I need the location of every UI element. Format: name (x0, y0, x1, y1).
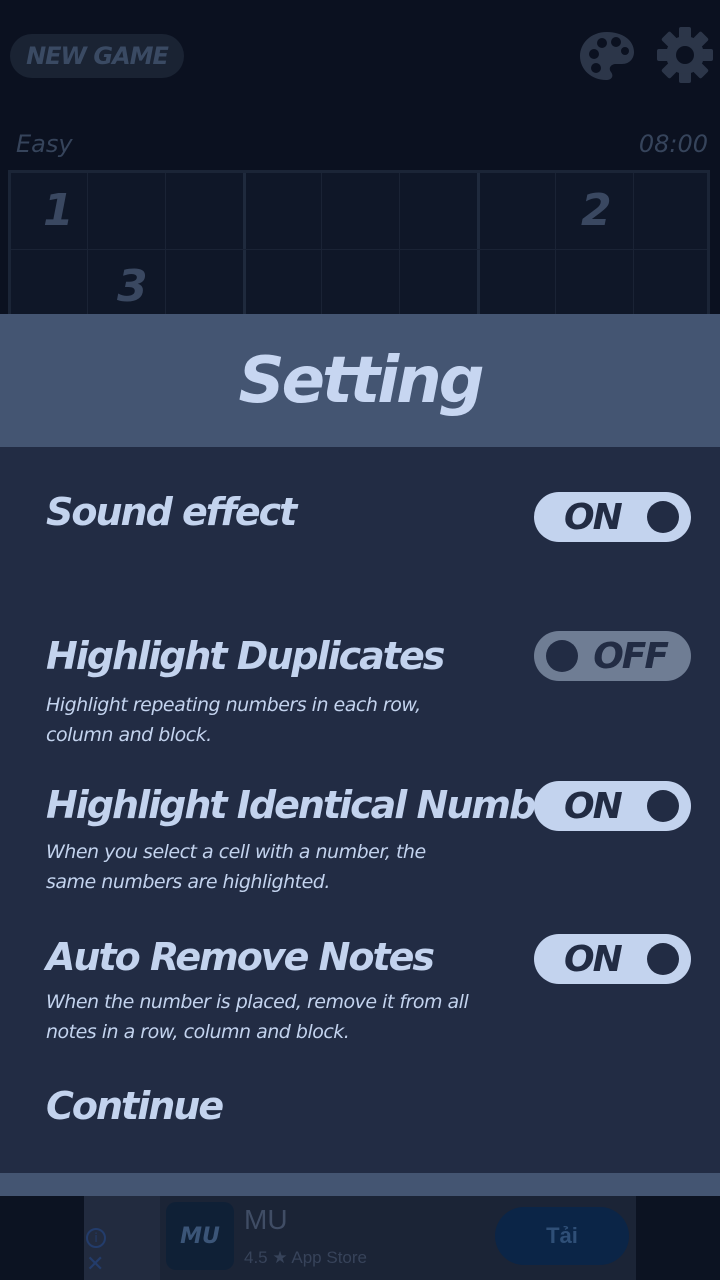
cell-value[interactable]: 2 (581, 185, 612, 236)
toggle-state-label: ON (564, 785, 623, 827)
sudoku-board: 1 2 3 (8, 170, 710, 330)
cell-value[interactable]: 1 (43, 185, 74, 236)
new-game-button[interactable]: NEW GAME (10, 34, 184, 78)
sound-effect-toggle[interactable]: ON (534, 492, 691, 542)
palette-icon[interactable] (578, 30, 636, 82)
settings-footer (0, 1173, 720, 1196)
ad-banner[interactable]: i ✕ MU MU 4.5 ★ App Store Tải (84, 1196, 636, 1280)
toggle-knob (647, 790, 679, 822)
info-icon[interactable]: i (86, 1228, 106, 1248)
auto-remove-notes-toggle[interactable]: ON (534, 934, 691, 984)
ad-app-icon: MU (166, 1202, 234, 1270)
toggle-knob (647, 501, 679, 533)
auto-remove-notes-title: Auto Remove Notes (46, 935, 435, 979)
toggle-knob (647, 943, 679, 975)
highlight-identical-toggle[interactable]: ON (534, 781, 691, 831)
highlight-duplicates-title: Highlight Duplicates (46, 634, 445, 678)
cell-value[interactable]: 3 (117, 261, 148, 312)
toggle-state-label: OFF (593, 635, 669, 677)
auto-remove-notes-description: When the number is placed, remove it fro… (46, 991, 469, 1043)
settings-header: Setting (0, 314, 720, 447)
toggle-state-label: ON (564, 496, 623, 538)
ad-app-name: MU (244, 1204, 288, 1235)
highlight-identical-title: Highlight Identical Numbers (46, 783, 597, 827)
ad-install-button[interactable]: Tải (495, 1207, 629, 1265)
sound-effect-title: Sound effect (46, 490, 297, 534)
continue-button[interactable]: Continue (46, 1084, 224, 1128)
ad-rating: 4.5 ★ App Store (244, 1248, 367, 1267)
close-icon[interactable]: ✕ (86, 1254, 104, 1276)
highlight-duplicates-toggle[interactable]: OFF (534, 631, 691, 681)
highlight-duplicates-description: Highlight repeating numbers in each row,… (46, 694, 421, 746)
difficulty-label: Easy (16, 130, 73, 158)
toggle-state-label: ON (564, 938, 623, 980)
toggle-knob (546, 640, 578, 672)
highlight-identical-description: When you select a cell with a number, th… (46, 841, 426, 893)
timer-label: 08:00 (638, 130, 708, 158)
gear-icon[interactable] (656, 26, 714, 84)
settings-title: Setting (238, 343, 485, 418)
